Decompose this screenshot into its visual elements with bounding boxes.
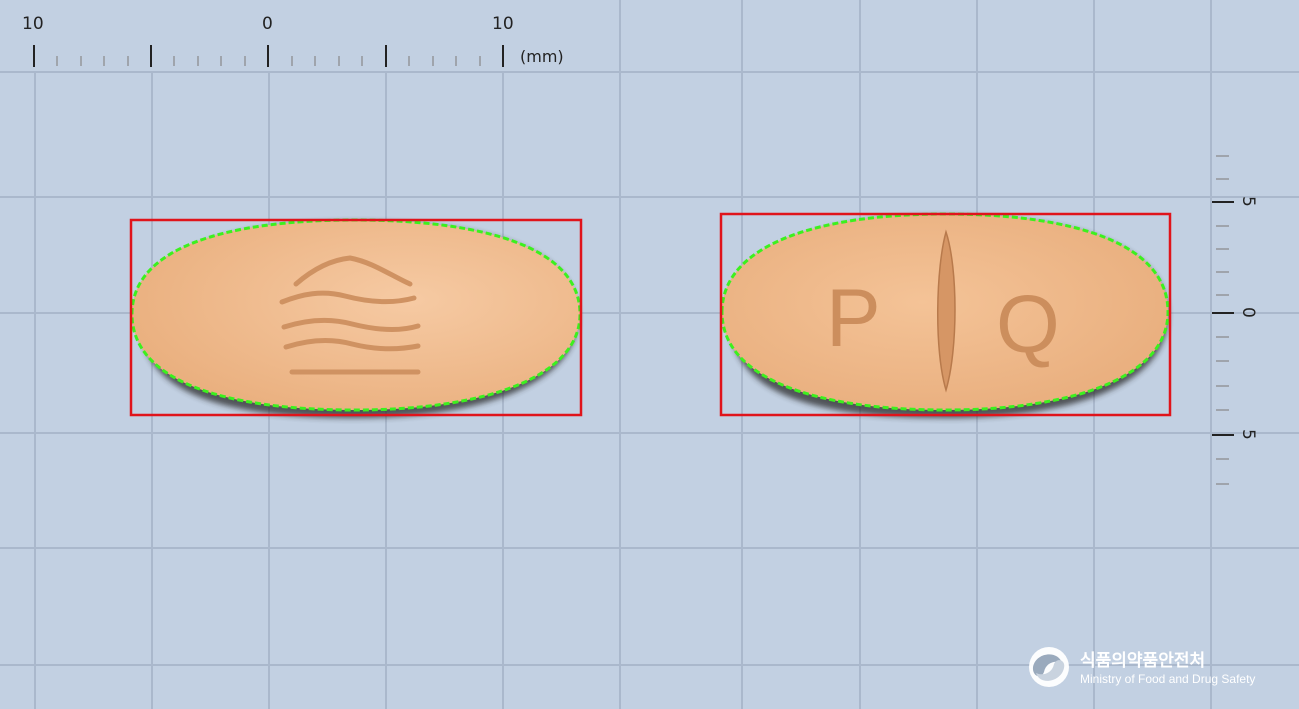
stage: 10 0 10 (mm) 5 0 5 P Q 식품의약품안전처 Ministry… <box>0 0 1299 709</box>
side-ruler-label-center: 0 <box>1238 307 1258 318</box>
pill-letter-p: P <box>826 273 881 364</box>
top-ruler-unit: (mm) <box>520 47 564 66</box>
side-ruler-label-bottom: 5 <box>1238 429 1258 440</box>
logo-korean-text: 식품의약품안전처 <box>1080 650 1205 671</box>
pill-letter-q: Q <box>996 279 1060 370</box>
top-ruler-label-left: 10 <box>22 14 44 34</box>
top-ruler-label-center: 0 <box>262 14 273 34</box>
top-ruler-label-right: 10 <box>492 14 514 34</box>
top-ruler: 10 0 10 (mm) <box>0 0 600 71</box>
logo-english-text: Ministry of Food and Drug Safety <box>1080 672 1255 686</box>
pill-front-body <box>132 220 580 410</box>
side-ruler-label-top: 5 <box>1238 196 1258 207</box>
